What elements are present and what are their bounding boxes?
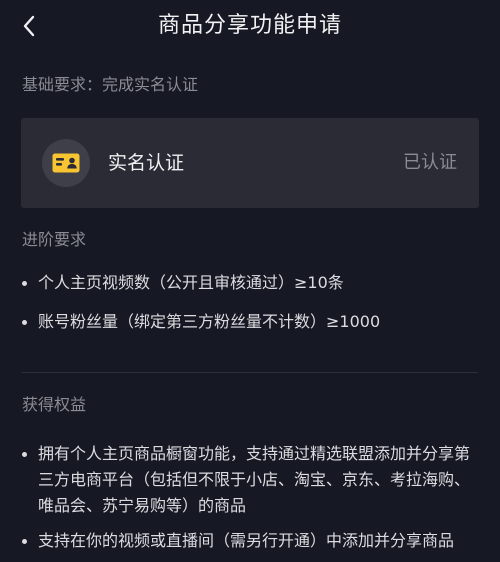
top-bar: 商品分享功能申请 [0,0,500,52]
benefits-label: 获得权益 [22,395,87,414]
benefits-list: 拥有个人主页商品橱窗功能，支持通过精选联盟添加并分享第三方电商平台（包括但不限于… [22,441,478,554]
page-title: 商品分享功能申请 [157,13,342,38]
list-item: 拥有个人主页商品橱窗功能，支持通过精选联盟添加并分享第三方电商平台（包括但不限于… [22,441,478,519]
card-icon-badge [42,139,90,187]
list-item: 账号粉丝量（绑定第三方粉丝量不计数）≥1000 [22,309,478,335]
verification-status: 已认证 [403,152,457,173]
advanced-requirement-list: 个人主页视频数（公开且审核通过）≥10条 账号粉丝量（绑定第三方粉丝量不计数）≥… [22,270,478,335]
list-item: 支持在你的视频或直播间（需另行开通）中添加并分享商品 [22,528,478,554]
id-card-icon [52,153,80,173]
section-divider [22,372,478,373]
advanced-requirement-label: 进阶要求 [22,230,87,249]
real-name-verification-card[interactable]: 实名认证 已认证 [21,118,479,208]
list-item: 个人主页视频数（公开且审核通过）≥10条 [22,270,478,296]
basic-requirement-label: 基础要求：完成实名认证 [22,75,199,94]
card-title: 实名认证 [108,152,185,174]
